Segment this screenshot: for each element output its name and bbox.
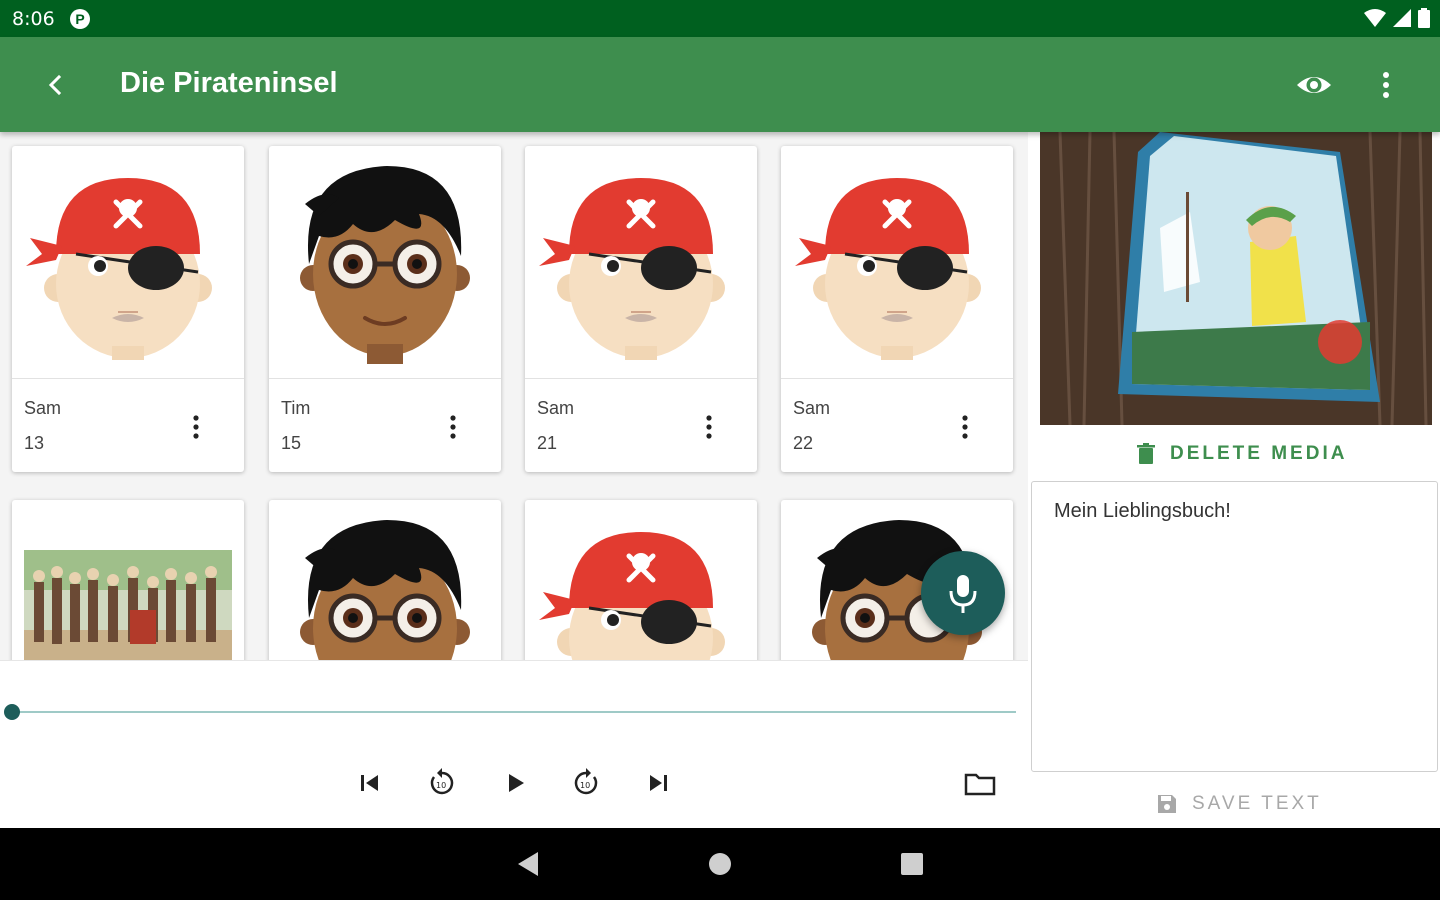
pirate-group-photo: [12, 500, 244, 660]
avatar: [525, 500, 757, 660]
delete-media-button[interactable]: DELETE MEDIA: [1136, 438, 1347, 470]
card-number: 15: [281, 433, 302, 453]
book-cover-image: [1040, 132, 1432, 425]
boy-avatar-icon: [300, 520, 470, 660]
pirate-avatar-icon: [539, 178, 725, 360]
card-name: Sam: [793, 398, 831, 418]
system-icons: [1364, 8, 1430, 28]
book-photo: [1040, 132, 1432, 425]
app-bar: Die Pirateninsel: [0, 37, 1440, 132]
system-nav-bar: [0, 828, 1440, 900]
wifi-icon: [1364, 9, 1386, 27]
seek-bar[interactable]: [4, 704, 1016, 720]
svg-text:10: 10: [436, 781, 446, 790]
card-number: 21: [537, 433, 558, 453]
media-card[interactable]: [12, 500, 244, 660]
pirate-group-image: [24, 550, 232, 660]
card-name: Sam: [24, 398, 62, 418]
eye-icon[interactable]: [1294, 65, 1334, 105]
more-vert-icon[interactable]: [1372, 65, 1400, 105]
svg-text:10: 10: [580, 781, 590, 790]
nav-back-icon[interactable]: [510, 846, 546, 882]
skip-next-icon[interactable]: [640, 765, 676, 801]
card-name: Sam: [537, 398, 575, 418]
page-title: Die Pirateninsel: [120, 67, 338, 99]
back-icon[interactable]: [38, 67, 74, 103]
replay-10-icon[interactable]: 10: [424, 765, 460, 801]
media-card[interactable]: Sam 22: [781, 146, 1013, 472]
seek-thumb[interactable]: [4, 704, 20, 720]
side-panel: DELETE MEDIA Mein Lieblingsbuch! SAVE TE…: [1028, 132, 1440, 828]
media-card[interactable]: Sam 21: [525, 146, 757, 472]
avatar: [781, 146, 1013, 379]
pirate-avatar-icon: [795, 178, 981, 360]
media-card[interactable]: [269, 500, 501, 660]
play-icon[interactable]: [497, 765, 533, 801]
media-grid: Sam 13 Tim 15 Sam 21 Sam 22: [0, 132, 1028, 660]
media-card[interactable]: Tim 15: [269, 146, 501, 472]
avatar: [525, 146, 757, 379]
audio-player: 10 10: [0, 660, 1028, 829]
notification-icon: P: [70, 9, 90, 29]
delete-media-label: DELETE MEDIA: [1170, 443, 1348, 464]
pirate-avatar-icon: [26, 178, 212, 360]
forward-10-icon[interactable]: 10: [568, 765, 604, 801]
media-card[interactable]: Sam 13: [12, 146, 244, 472]
folder-icon[interactable]: [962, 765, 998, 801]
media-card[interactable]: [525, 500, 757, 660]
avatar: [12, 146, 244, 379]
card-menu-icon[interactable]: [699, 412, 719, 442]
save-text-label: SAVE TEXT: [1192, 793, 1322, 814]
card-number: 22: [793, 433, 814, 453]
trash-icon: [1137, 443, 1155, 464]
card-name: Tim: [281, 398, 311, 418]
skip-previous-icon[interactable]: [352, 765, 388, 801]
save-text-button[interactable]: SAVE TEXT: [1156, 788, 1322, 820]
battery-icon: [1418, 8, 1430, 28]
avatar: [269, 500, 501, 660]
media-text-field[interactable]: Mein Lieblingsbuch!: [1031, 481, 1438, 772]
card-menu-icon[interactable]: [186, 412, 206, 442]
media-text-value: Mein Lieblingsbuch!: [1054, 500, 1231, 522]
save-icon: [1158, 795, 1176, 813]
signal-icon: [1393, 9, 1411, 27]
pirate-avatar-icon: [539, 532, 725, 660]
status-bar: 8:06 P: [0, 0, 1440, 37]
record-audio-button[interactable]: [921, 551, 1005, 635]
card-menu-icon[interactable]: [955, 412, 975, 442]
boy-avatar-icon: [300, 166, 470, 364]
card-menu-icon[interactable]: [443, 412, 463, 442]
card-number: 13: [24, 433, 45, 453]
avatar: [269, 146, 501, 379]
nav-home-icon[interactable]: [702, 846, 738, 882]
nav-recents-icon[interactable]: [894, 846, 930, 882]
status-time: 8:06: [12, 8, 55, 30]
microphone-icon: [949, 575, 977, 613]
